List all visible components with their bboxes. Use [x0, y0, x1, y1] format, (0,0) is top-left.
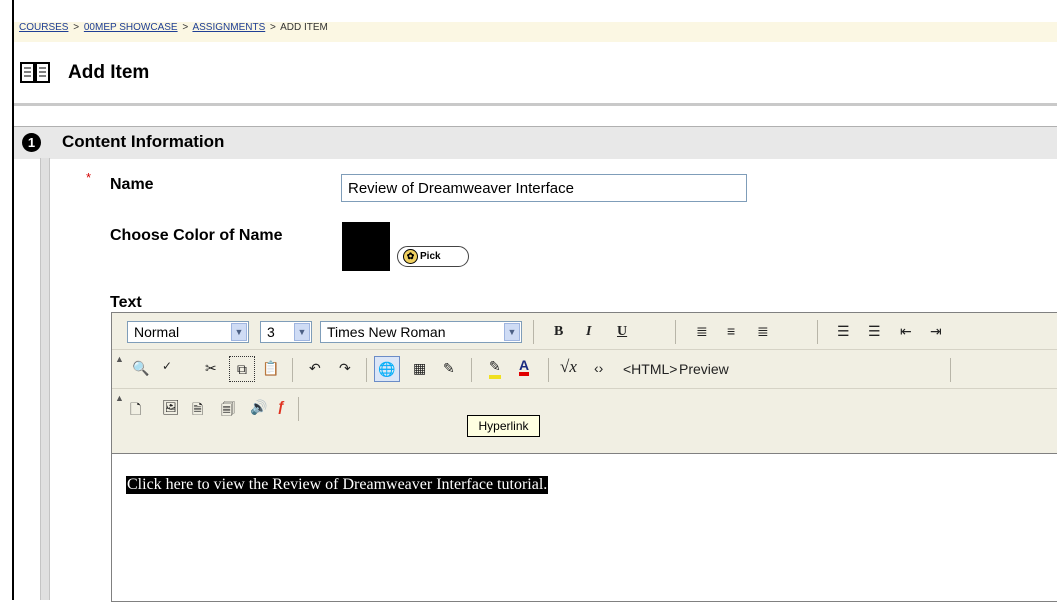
paste-icon[interactable]: 📋 [262, 360, 279, 377]
align-center-icon[interactable]: ≡ [727, 323, 735, 339]
preview-button[interactable]: Preview [679, 361, 729, 377]
breadcrumb-current: ADD ITEM [280, 22, 328, 33]
format-select[interactable]: Normal ▼ [127, 321, 249, 343]
toolbar-separator [950, 358, 951, 382]
toolbar-separator [675, 320, 676, 344]
breadcrumb-courses-link[interactable]: COURSES [19, 22, 68, 33]
indent-icon[interactable]: ⇥ [930, 323, 942, 340]
preview-page-icon[interactable]: 🔍 [132, 360, 149, 377]
bold-icon[interactable]: B [554, 324, 563, 340]
toolbar-separator [533, 320, 534, 344]
toolbar-separator [298, 397, 299, 421]
editor-toolbar-row-3: ▲ 🗋 🖼 🗎 🗐 🔊 ƒ [112, 389, 1057, 431]
breadcrumb: COURSES > 00MEP SHOWCASE > ASSIGNMENTS >… [19, 22, 328, 33]
text-color-icon[interactable]: A [519, 358, 530, 376]
toolbar-separator [471, 358, 472, 382]
editor-toolbar-row-2: ▲ 🔍 ✓ ✂ ⧉ 📋 ↶ ↷ 🌐 ▦ ✎ ✎ A √x ‹› <HTML> P… [112, 350, 1057, 389]
align-left-icon[interactable]: ≣ [696, 323, 708, 340]
bulleted-list-icon[interactable]: ☰ [868, 323, 881, 340]
redo-icon[interactable]: ↷ [339, 360, 351, 377]
breadcrumb-course-link[interactable]: 00MEP SHOWCASE [84, 22, 178, 33]
name-input[interactable] [341, 174, 747, 202]
pick-color-button[interactable]: ✿ Pick [397, 246, 469, 267]
hyperlink-icon[interactable]: 🌐 [374, 356, 400, 382]
cut-icon[interactable]: ✂ [205, 360, 217, 377]
html-view-button[interactable]: <HTML> [623, 361, 677, 377]
insert-document-icon[interactable]: 🗐 [221, 399, 235, 423]
color-label: Choose Color of Name [110, 227, 283, 244]
equation-icon[interactable]: √x [560, 357, 577, 377]
insert-audio-icon[interactable]: 🔊 [250, 399, 267, 416]
format-select-value: Normal [134, 324, 180, 340]
size-select[interactable]: 3 ▼ [260, 321, 312, 343]
pick-button-label: Pick [420, 251, 441, 262]
undo-icon[interactable]: ↶ [309, 360, 321, 377]
section-indent-bar [40, 158, 50, 600]
breadcrumb-separator: > [73, 22, 80, 33]
required-marker: * [86, 170, 92, 185]
toolbar-separator [817, 320, 818, 344]
font-select-value: Times New Roman [327, 324, 446, 340]
underline-icon[interactable]: U [617, 324, 627, 340]
hyperlink-tooltip: Hyperlink [467, 415, 540, 437]
breadcrumb-separator: > [270, 22, 276, 33]
name-label: Name [110, 176, 154, 193]
font-select[interactable]: Times New Roman ▼ [320, 321, 522, 343]
outdent-icon[interactable]: ⇤ [900, 323, 912, 340]
insert-media-icon[interactable]: 🗎 [192, 399, 203, 423]
italic-icon[interactable]: I [586, 324, 591, 340]
header-divider [14, 103, 1057, 106]
page-title: Add Item [68, 62, 150, 83]
size-select-value: 3 [267, 324, 275, 340]
section-title: Content Information [62, 132, 225, 151]
editor-selected-text[interactable]: Click here to view the Review of Dreamwe… [126, 476, 549, 494]
align-right-icon[interactable]: ≣ [757, 323, 769, 340]
step-number-badge: 1 [22, 133, 41, 152]
highlight-color-icon[interactable]: ✎ [489, 358, 501, 379]
page-left-border [12, 0, 14, 600]
source-code-icon[interactable]: ‹› [594, 360, 603, 376]
palette-icon: ✿ [403, 249, 418, 264]
insert-image-icon[interactable]: 🖼 [162, 399, 180, 416]
book-icon [20, 62, 50, 83]
chevron-down-icon: ▼ [504, 323, 520, 341]
copy-icon[interactable]: ⧉ [229, 356, 255, 382]
table-icon[interactable]: ▦ [413, 360, 426, 377]
editor-toolbar-row-1: Normal ▼ 3 ▼ Times New Roman ▼ B I U ≣ ≡… [112, 313, 1057, 350]
chevron-down-icon: ▼ [294, 323, 310, 341]
insert-file-icon[interactable]: 🗋 [130, 399, 141, 423]
toolbar-separator [292, 358, 293, 382]
spellcheck-icon[interactable]: ✓ [162, 359, 172, 373]
breadcrumb-separator: > [182, 22, 189, 33]
toolbar-separator [366, 358, 367, 382]
pencil-icon[interactable]: ✎ [443, 360, 455, 377]
color-swatch[interactable] [342, 222, 390, 271]
toolbar-separator [548, 358, 549, 382]
insert-flash-icon[interactable]: ƒ [277, 398, 285, 414]
chevron-down-icon: ▼ [231, 323, 247, 341]
toolbar-grip-icon: ▲ [115, 393, 124, 403]
numbered-list-icon[interactable]: ☰ [837, 323, 850, 340]
toolbar-grip-icon: ▲ [115, 354, 124, 364]
breadcrumb-assignments-link[interactable]: ASSIGNMENTS [192, 22, 265, 33]
text-label: Text [110, 294, 142, 311]
